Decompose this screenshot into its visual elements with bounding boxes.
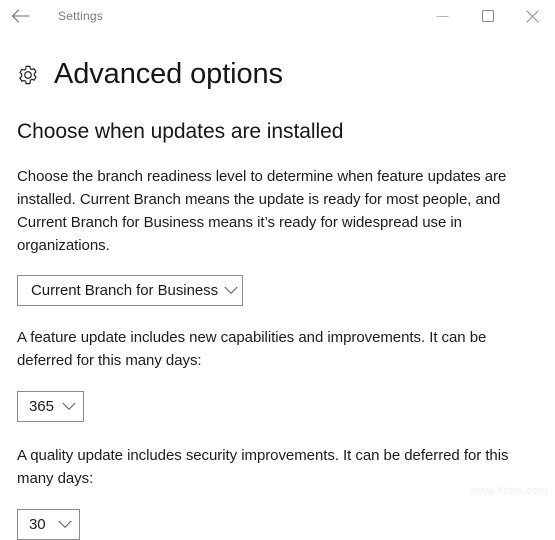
window-title: Settings xyxy=(58,9,103,23)
back-button[interactable] xyxy=(0,0,40,32)
title-bar: Settings xyxy=(0,0,555,32)
feature-update-description-text: A feature update includes new capabiliti… xyxy=(17,328,487,369)
branch-readiness-value: Current Branch for Business xyxy=(31,281,219,299)
chevron-down-icon xyxy=(62,398,76,415)
maximize-button[interactable] xyxy=(465,0,510,32)
back-arrow-icon xyxy=(11,9,30,23)
quality-defer-days-value: 30 xyxy=(29,515,46,533)
section-heading: Choose when updates are installed xyxy=(17,120,344,143)
page-title: Advanced options xyxy=(54,57,283,90)
quality-defer-days-dropdown[interactable]: 30 xyxy=(17,508,80,540)
branch-readiness-dropdown[interactable]: Current Branch for Business xyxy=(17,274,243,306)
watermark: www.fifam.com xyxy=(470,485,548,497)
page-title-row: Advanced options xyxy=(17,56,538,92)
feature-defer-days-value: 365 xyxy=(29,397,54,415)
window-controls xyxy=(420,0,555,32)
maximize-icon xyxy=(481,10,494,22)
quality-update-description-text: A quality update includes security impro… xyxy=(17,446,509,487)
feature-defer-days-dropdown[interactable]: 365 xyxy=(17,390,84,422)
chevron-down-icon xyxy=(58,516,72,533)
branch-description-text: Choose the branch readiness level to det… xyxy=(17,168,507,254)
minimize-button[interactable] xyxy=(420,0,465,32)
close-button[interactable] xyxy=(510,0,555,32)
page-content: Advanced options Choose when updates are… xyxy=(0,56,555,540)
close-icon xyxy=(526,9,539,23)
gear-icon xyxy=(17,64,39,86)
minimize-icon xyxy=(436,11,449,22)
chevron-down-icon xyxy=(224,282,238,299)
